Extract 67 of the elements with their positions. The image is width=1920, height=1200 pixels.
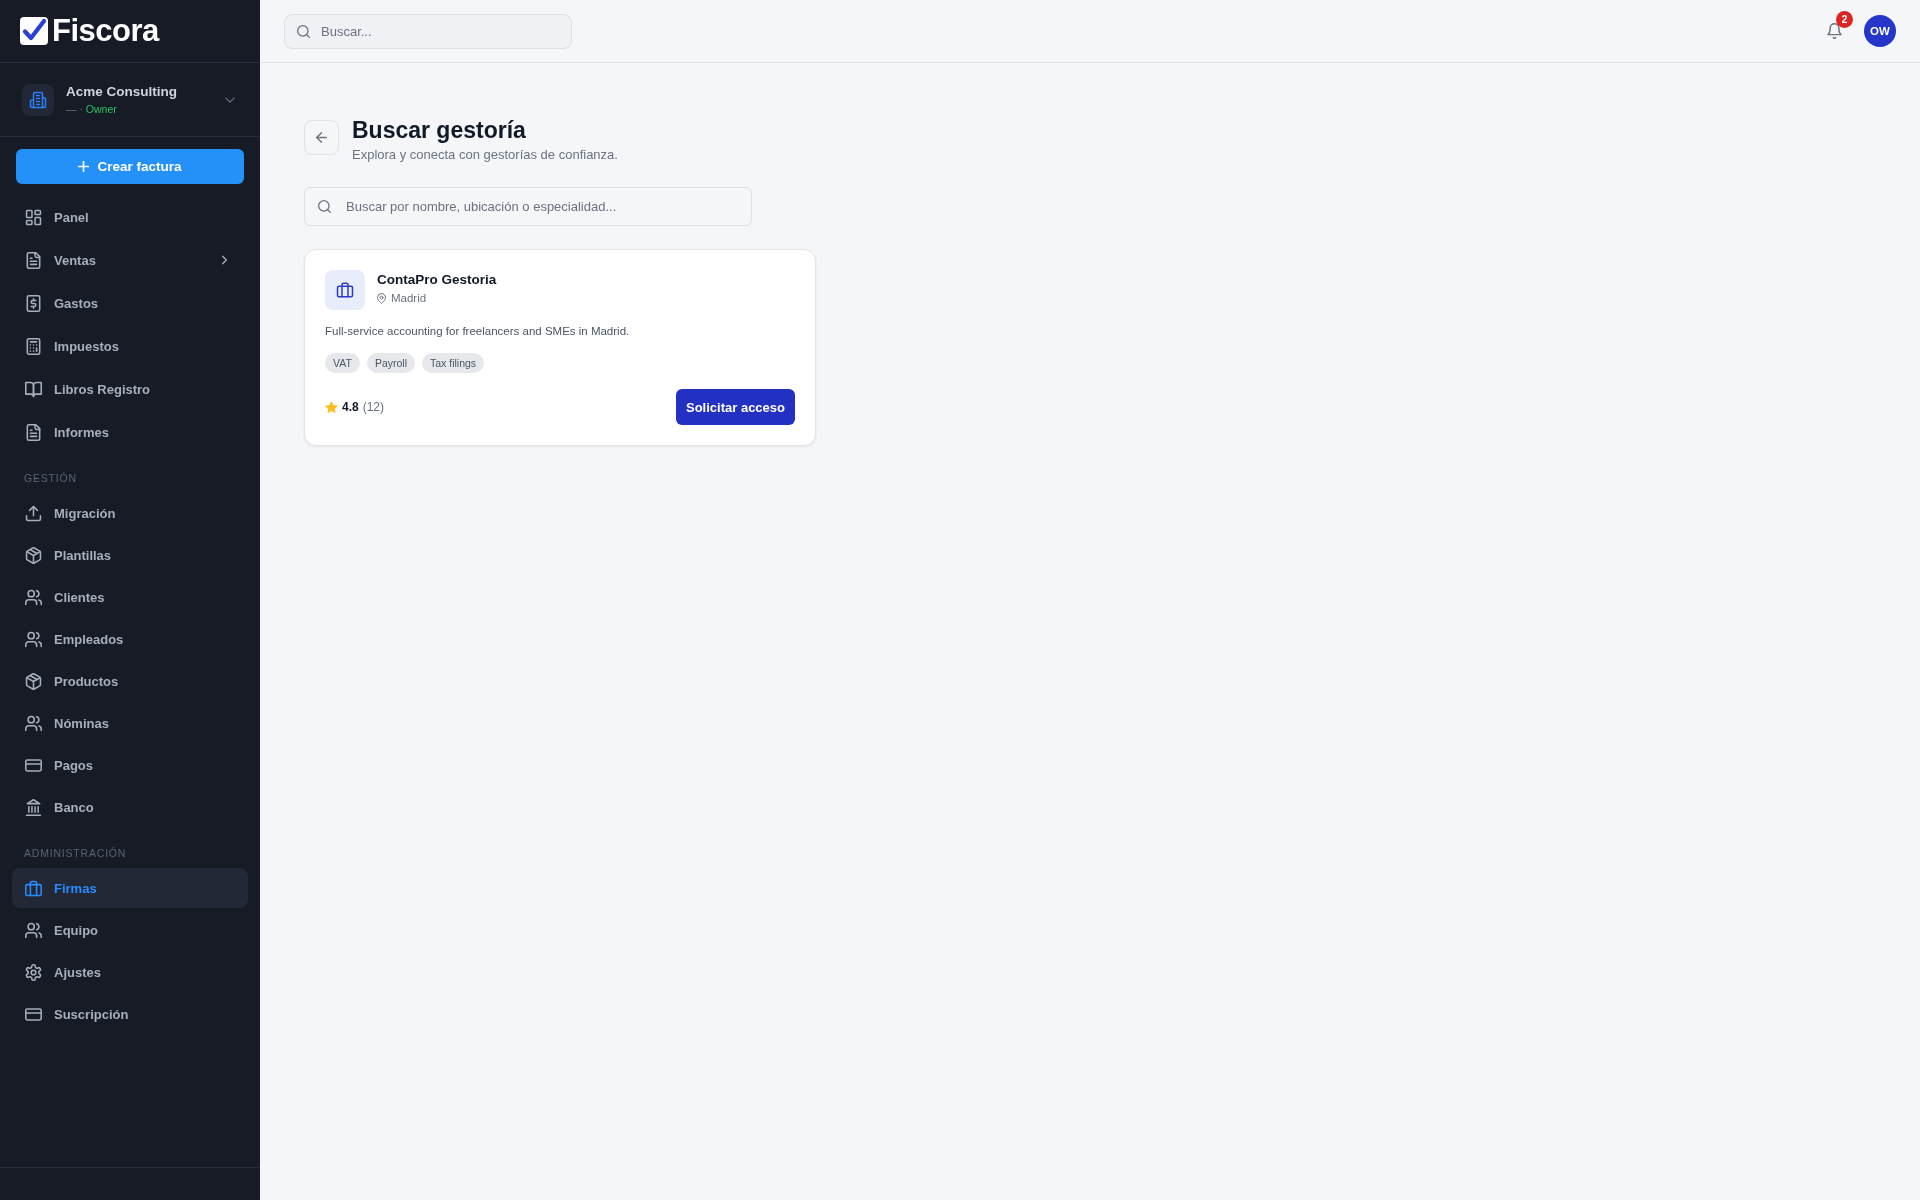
firm-location: Madrid: [391, 291, 427, 306]
briefcase-icon: [325, 270, 365, 310]
star-icon: [325, 400, 338, 414]
checkbox-logo-icon: [20, 17, 48, 45]
box-icon: [25, 546, 42, 564]
upload-icon: [25, 504, 42, 522]
sidebar-item[interactable]: Equipo: [12, 911, 248, 949]
document-icon: [25, 423, 42, 441]
sidebar-item[interactable]: Panel: [12, 198, 248, 236]
rating-value: 4.8: [342, 400, 359, 414]
sidebar-item[interactable]: Pagos: [12, 746, 248, 784]
calculator-icon: [25, 337, 42, 355]
brand-name: Fiscora: [52, 13, 159, 49]
document-icon: [25, 251, 42, 269]
review-count: (12): [362, 400, 385, 414]
request-access-button[interactable]: Solicitar acceso: [676, 389, 795, 425]
plus-icon: [78, 161, 90, 172]
sidebar-item[interactable]: Libros Registro: [12, 370, 248, 408]
back-button[interactable]: [304, 120, 339, 155]
map-pin-icon: [377, 292, 386, 304]
chevron-down-icon[interactable]: [225, 96, 235, 103]
credit-card-icon: [25, 1005, 42, 1023]
users-icon: [25, 714, 42, 732]
sidebar-section-heading: GESTIÓN: [24, 471, 78, 486]
specialty-tag: Payroll: [366, 353, 415, 373]
workspace-name: Acme Consulting: [66, 83, 178, 100]
open-book-icon: [25, 380, 42, 398]
users-icon: [25, 921, 42, 939]
sidebar-section-heading: ADMINISTRACIÓN: [24, 846, 128, 861]
page-title: Buscar gestoría: [352, 116, 527, 145]
notification-count: 2: [1836, 11, 1853, 28]
briefcase-icon: [25, 879, 42, 897]
settings-icon: [25, 963, 42, 981]
search-field[interactable]: Buscar por nombre, ubicación o especialidad...: [304, 187, 752, 226]
page-subtitle: Explora y conecta con gestorías de confianza.: [352, 146, 618, 164]
sidebar-item[interactable]: Impuestos: [12, 327, 248, 365]
search-field[interactable]: Buscar...: [284, 13, 572, 49]
bank-icon: [25, 798, 42, 816]
sidebar-item[interactable]: Empleados: [12, 620, 248, 658]
sidebar-item[interactable]: Plantillas: [12, 536, 248, 574]
sidebar-item[interactable]: Ajustes: [12, 953, 248, 991]
sidebar-item[interactable]: Migración: [12, 494, 248, 532]
sidebar-item[interactable]: Nóminas: [12, 704, 248, 742]
user-avatar[interactable]: OW: [1864, 15, 1896, 47]
building-icon: [22, 83, 54, 116]
sidebar-item[interactable]: Clientes: [12, 578, 248, 616]
sidebar-item[interactable]: Informes: [12, 413, 248, 451]
firm-name: ContaPro Gestoria: [377, 271, 497, 289]
sidebar-item[interactable]: Banco: [12, 788, 248, 826]
sidebar-item[interactable]: Productos: [12, 662, 248, 700]
layout-grid-icon: [25, 208, 42, 226]
sidebar-item[interactable]: Firmas: [12, 868, 248, 908]
sidebar-item[interactable]: Gastos: [12, 284, 248, 322]
search-icon: [318, 200, 331, 213]
users-icon: [25, 588, 42, 606]
specialty-tag: VAT: [325, 353, 360, 373]
users-icon: [25, 630, 42, 648]
bell-icon: [1826, 23, 1842, 39]
search-icon: [297, 24, 310, 38]
box-icon: [25, 672, 42, 690]
workspace-role: — · Owner: [66, 102, 118, 116]
receipt-icon: [25, 294, 42, 312]
sidebar-item[interactable]: Suscripción: [12, 995, 248, 1033]
specialty-tag: Tax filings: [422, 353, 485, 373]
credit-card-icon: [25, 756, 42, 774]
firm-description: Full-service accounting for freelancers and SMEs in Madrid.: [325, 324, 631, 339]
sidebar-item[interactable]: Ventas: [12, 241, 248, 279]
